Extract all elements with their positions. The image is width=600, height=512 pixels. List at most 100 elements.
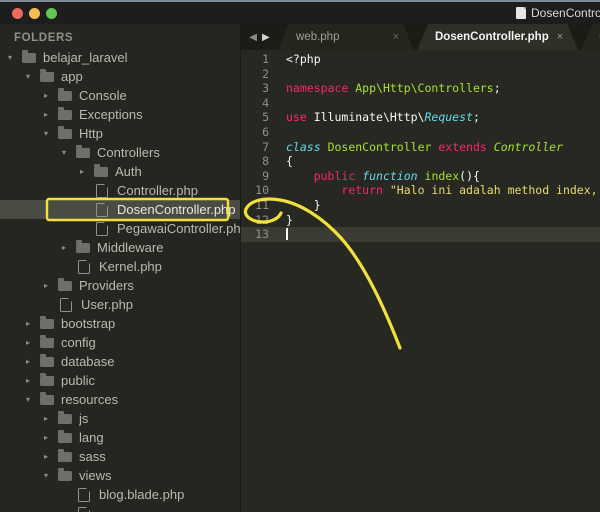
tab-forward-button[interactable]: ▶: [262, 32, 270, 43]
file-icon: [78, 260, 90, 274]
folder-item-views[interactable]: ▾views: [0, 466, 240, 485]
folders-header: FOLDERS: [0, 24, 240, 48]
file-icon: [96, 184, 108, 198]
chevron-right-icon[interactable]: ▸: [26, 376, 40, 385]
close-icon[interactable]: ×: [393, 31, 399, 43]
folder-label: bootstrap: [61, 316, 115, 331]
code-line[interactable]: 9 public function index(){: [241, 169, 600, 184]
folder-item-middleware[interactable]: ▸Middleware: [0, 238, 240, 257]
file-item-kernel-php[interactable]: Kernel.php: [0, 257, 240, 276]
file-icon: [60, 298, 72, 312]
editor-pane: ◀ ▶ web.php× DosenController.php × untit 1<…: [240, 24, 600, 512]
folder-item-providers[interactable]: ▸Providers: [0, 276, 240, 295]
file-item-blog-blade-php[interactable]: blog.blade.php: [0, 485, 240, 504]
folder-item-belajar-laravel[interactable]: ▾ belajar_laravel: [0, 48, 240, 67]
code-token: [286, 169, 314, 183]
chevron-right-icon[interactable]: ▸: [44, 433, 58, 442]
folder-item-http[interactable]: ▾Http: [0, 124, 240, 143]
close-icon[interactable]: ×: [557, 31, 563, 43]
file-item-pegawaicontroller-php[interactable]: PegawaiController.php: [0, 219, 240, 238]
minimize-button[interactable]: [29, 8, 40, 19]
code-line[interactable]: 7class DosenController extends Controlle…: [241, 140, 600, 155]
folder-item-exceptions[interactable]: ▸Exceptions: [0, 105, 240, 124]
folder-item-auth[interactable]: ▸Auth: [0, 162, 240, 181]
chevron-right-icon[interactable]: ▸: [44, 452, 58, 461]
folder-item-resources[interactable]: ▾resources: [0, 390, 240, 409]
code-line[interactable]: 4: [241, 96, 600, 111]
folder-item-app[interactable]: ▾app: [0, 67, 240, 86]
code-text: use Illuminate\Http\Request;: [275, 110, 480, 125]
chevron-down-icon[interactable]: ▾: [26, 395, 40, 404]
file-item-controller-php[interactable]: Controller.php: [0, 181, 240, 200]
tab-strip: web.php× DosenController.php × untit: [278, 24, 600, 50]
code-token: return: [341, 183, 383, 197]
folder-item-js[interactable]: ▸ js: [0, 409, 240, 428]
file-item-dosencontroller-php[interactable]: DosenController.php: [0, 200, 240, 219]
code-line[interactable]: 12}: [241, 213, 600, 228]
tab-web-php[interactable]: web.php×: [278, 24, 414, 50]
chevron-right-icon[interactable]: ▸: [44, 281, 58, 290]
chevron-down-icon[interactable]: ▾: [8, 53, 22, 62]
app-window: DosenContro FOLDERS ▾belajar_laravel▾app…: [0, 0, 600, 512]
folder-item-controllers[interactable]: ▾Controllers: [0, 143, 240, 162]
folder-icon: [40, 395, 54, 405]
folder-icon: [94, 167, 108, 177]
chevron-right-icon[interactable]: ▸: [62, 243, 76, 252]
code-token: extends: [438, 140, 486, 154]
code-token: (){: [459, 169, 480, 183]
close-button[interactable]: [12, 8, 23, 19]
chevron-right-icon[interactable]: ▸: [26, 319, 40, 328]
line-number: 12: [241, 213, 275, 228]
code-line[interactable]: 3namespace App\Http\Controllers;: [241, 81, 600, 96]
zoom-button[interactable]: [46, 8, 57, 19]
tab-back-button[interactable]: ◀: [249, 32, 257, 43]
chevron-down-icon[interactable]: ▾: [44, 129, 58, 138]
code-line[interactable]: 1<?php: [241, 52, 600, 67]
code-line[interactable]: 13: [241, 227, 600, 242]
file-label: Kernel.php: [99, 259, 162, 274]
chevron-right-icon[interactable]: ▸: [26, 338, 40, 347]
file-item-user-php[interactable]: User.php: [0, 295, 240, 314]
code-line[interactable]: 8{: [241, 154, 600, 169]
folder-icon: [40, 72, 54, 82]
code-token: DosenController: [328, 140, 432, 154]
chevron-down-icon[interactable]: ▾: [62, 148, 76, 157]
code-line[interactable]: 5use Illuminate\Http\Request;: [241, 110, 600, 125]
chevron-down-icon[interactable]: ▾: [44, 471, 58, 480]
tab-untit[interactable]: untit: [581, 24, 600, 50]
folder-icon: [76, 148, 90, 158]
folder-label: js: [79, 411, 88, 426]
folder-item-public[interactable]: ▸public: [0, 371, 240, 390]
folder-item-database[interactable]: ▸database: [0, 352, 240, 371]
code-line[interactable]: 10 return "Halo ini adalah method index,…: [241, 183, 600, 198]
folder-icon: [58, 281, 72, 291]
code-line[interactable]: 6: [241, 125, 600, 140]
code-text: [275, 125, 286, 140]
chevron-right-icon[interactable]: ▸: [44, 91, 58, 100]
chevron-right-icon[interactable]: ▸: [26, 357, 40, 366]
window-titlebar[interactable]: DosenContro: [0, 2, 600, 24]
folder-icon: [58, 129, 72, 139]
chevron-right-icon[interactable]: ▸: [44, 414, 58, 423]
tab-label: DosenController.php: [435, 31, 549, 43]
code-text: namespace App\Http\Controllers;: [275, 81, 501, 96]
file-icon: [96, 203, 108, 217]
folder-label: belajar_laravel: [43, 50, 128, 65]
chevron-right-icon[interactable]: ▸: [44, 110, 58, 119]
chevron-right-icon[interactable]: ▸: [80, 167, 94, 176]
tab-dosencontroller-php[interactable]: DosenController.php ×: [417, 24, 578, 50]
file-icon: [78, 507, 90, 512]
folder-item-sass[interactable]: ▸sass: [0, 447, 240, 466]
folder-item-bootstrap[interactable]: ▸ bootstrap: [0, 314, 240, 333]
code-line[interactable]: 2: [241, 67, 600, 82]
file-item-blank[interactable]: [0, 504, 240, 512]
line-number: 9: [241, 169, 275, 184]
folder-item-console[interactable]: ▸Console: [0, 86, 240, 105]
code-editor[interactable]: 1<?php23namespace App\Http\Controllers;4…: [241, 50, 600, 512]
code-line[interactable]: 11 }: [241, 198, 600, 213]
chevron-down-icon[interactable]: ▾: [26, 72, 40, 81]
code-token: "Halo ini adalah method index, da: [390, 183, 600, 197]
folder-item-config[interactable]: ▸config: [0, 333, 240, 352]
code-text: public function index(){: [275, 169, 480, 184]
folder-item-lang[interactable]: ▸lang: [0, 428, 240, 447]
